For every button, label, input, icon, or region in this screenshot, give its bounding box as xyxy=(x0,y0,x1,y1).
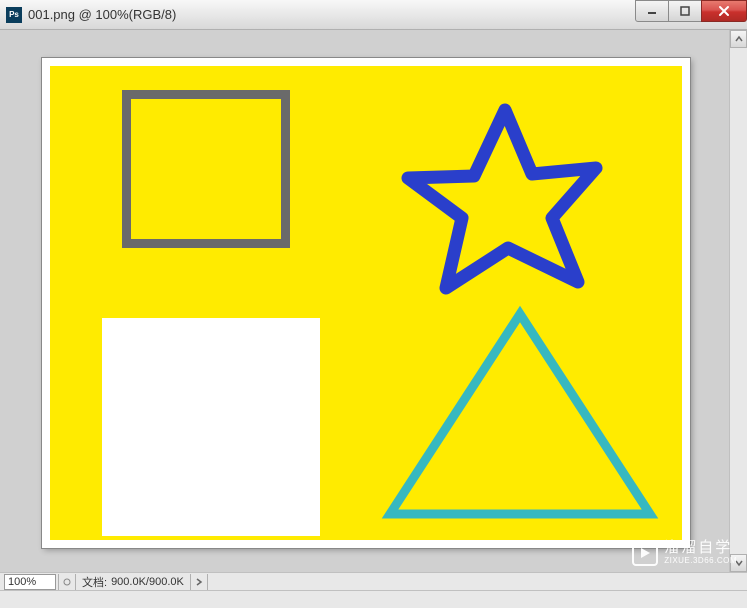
close-icon xyxy=(718,5,730,17)
doc-size: 900.0K/900.0K xyxy=(111,576,184,588)
canvas-background xyxy=(50,66,682,540)
shape-triangle xyxy=(380,302,660,527)
maximize-button[interactable] xyxy=(668,0,702,22)
shape-square-outline xyxy=(122,90,290,248)
scroll-up-button[interactable] xyxy=(730,30,747,48)
watermark-url: ZIXUE.3D66.COM xyxy=(664,557,737,566)
canvas-wrapper xyxy=(42,58,690,548)
status-arrow[interactable] xyxy=(190,574,208,590)
chevron-right-icon xyxy=(195,578,203,586)
chevron-up-icon xyxy=(735,35,743,43)
close-button[interactable] xyxy=(701,0,747,22)
window-controls xyxy=(636,0,747,22)
play-icon xyxy=(632,540,658,566)
zoom-input[interactable]: 100% xyxy=(4,574,56,590)
watermark: 溜溜自学 ZIXUE.3D66.COM xyxy=(632,540,737,566)
window-title: 001.png @ 100%(RGB/8) xyxy=(28,7,176,22)
titlebar: Ps 001.png @ 100%(RGB/8) xyxy=(0,0,747,30)
app-icon-letter: Ps xyxy=(9,11,19,19)
vertical-scrollbar[interactable] xyxy=(729,30,747,572)
minimize-icon xyxy=(647,6,657,16)
horizontal-scrollbar[interactable] xyxy=(0,590,747,608)
status-separator xyxy=(58,574,76,590)
info-dot-icon xyxy=(63,578,71,586)
watermark-brand: 溜溜自学 xyxy=(664,540,737,557)
minimize-button[interactable] xyxy=(635,0,669,22)
app-icon: Ps xyxy=(6,7,22,23)
maximize-icon xyxy=(680,6,690,16)
shape-white-rectangle xyxy=(102,318,320,536)
shape-star xyxy=(390,98,610,298)
doc-label: 文档: xyxy=(82,574,107,590)
status-bar: 100% 文档: 900.0K/900.0K xyxy=(0,572,747,590)
document-viewport[interactable] xyxy=(0,30,729,572)
